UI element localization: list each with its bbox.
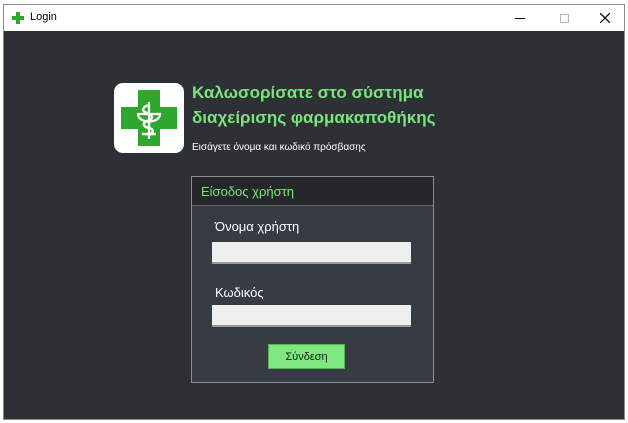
maximize-icon [559, 13, 569, 23]
close-button[interactable] [585, 5, 625, 31]
maximize-button[interactable] [544, 5, 584, 31]
minimize-icon [515, 17, 525, 19]
username-label: Όνομα χρήστη [215, 219, 300, 234]
welcome-heading: Καλωσορίσατε στο σύστημα διαχείρισης φαρ… [192, 80, 492, 130]
login-button[interactable]: Σύνδεση [268, 344, 345, 369]
login-instructions: Εισάγετε όνομα και κωδικό πρόσβασης [192, 142, 366, 153]
login-panel-header: Είσοδος χρήστη [192, 177, 433, 206]
title-bar: Login [4, 5, 624, 31]
pharmacy-logo [114, 83, 184, 153]
pharmacy-cross-icon [121, 90, 177, 146]
window-title: Login [30, 11, 57, 23]
minimize-button[interactable] [500, 5, 540, 31]
password-input[interactable] [212, 305, 411, 327]
password-label: Κωδικός [215, 285, 264, 300]
login-window: Login Καλωσορίσατε στο σύστημα διαχείρισ… [3, 4, 625, 420]
login-panel: Είσοδος χρήστη Όνομα χρήστη Κωδικός Σύνδ… [191, 176, 434, 383]
heading-line-1: Καλωσορίσατε στο σύστημα [192, 83, 424, 102]
close-icon [600, 13, 610, 23]
app-cross-icon [12, 12, 24, 24]
heading-line-2: διαχείρισης φαρμακαποθήκης [192, 108, 436, 127]
username-input[interactable] [212, 242, 411, 264]
